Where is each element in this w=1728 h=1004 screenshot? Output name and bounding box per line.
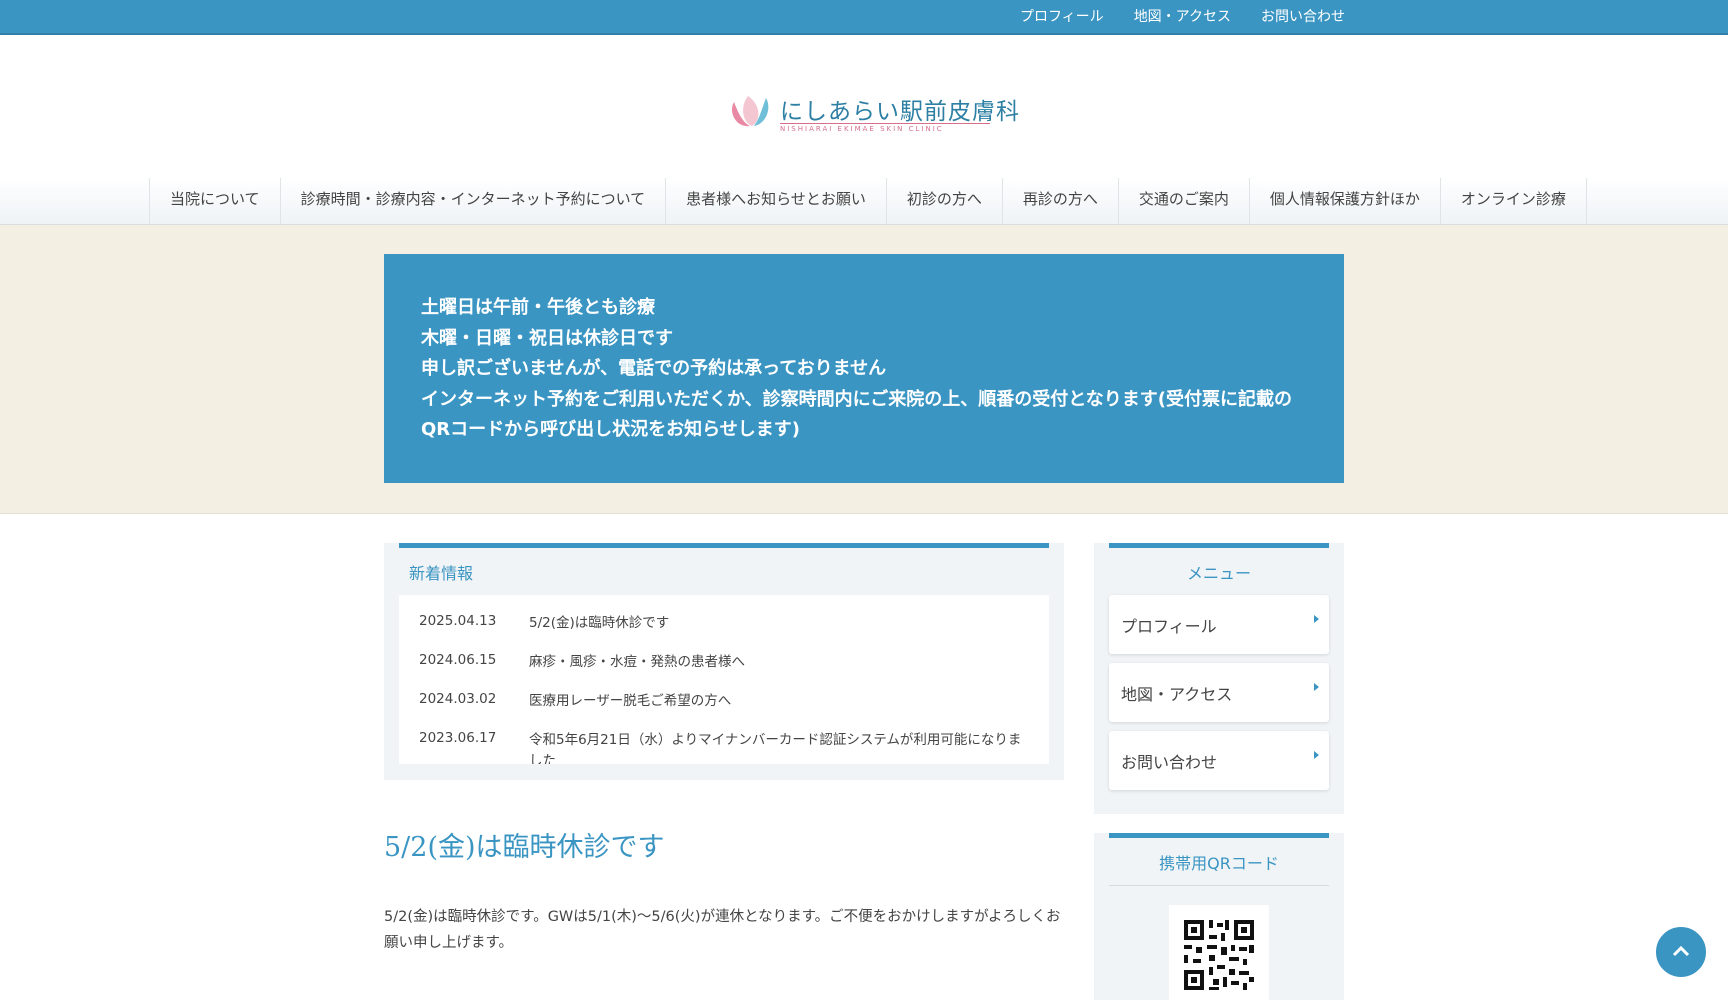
sidebar-item-label: 地図・アクセス xyxy=(1121,685,1233,704)
nav-item-about[interactable]: 当院について xyxy=(150,178,281,224)
news-link[interactable]: 5/2(金)は臨時休診です xyxy=(529,613,1029,634)
news-section: 新着情報 2025.04.13 5/2(金)は臨時休診です 2024.06.15… xyxy=(384,543,1064,780)
nav-item-hours[interactable]: 診療時間・診療内容・インターネット予約について xyxy=(281,178,667,224)
nav-item-privacy[interactable]: 個人情報保護方針ほか xyxy=(1250,178,1441,224)
logo-divider xyxy=(780,123,990,124)
caret-right-icon xyxy=(1314,751,1319,759)
logo-mark-icon xyxy=(731,96,769,127)
nav-item-return-visit[interactable]: 再診の方へ xyxy=(1003,178,1119,224)
news-link[interactable]: 医療用レーザー脱毛ご希望の方へ xyxy=(529,691,1029,712)
post-title: 5/2(金)は臨時休診です xyxy=(384,832,665,863)
news-link[interactable]: 令和5年6月21日（水）よりマイナンバーカード認証システムが利用可能になりました xyxy=(529,730,1029,764)
notice-line: 申し訳ございませんが、電話での予約は承っておりません xyxy=(421,358,887,379)
news-accent-bar xyxy=(399,543,1049,548)
main-nav: 当院について 診療時間・診療内容・インターネット予約について 患者様へお知らせと… xyxy=(0,178,1728,225)
notice-line: インターネット予約をご利用いただくか、診察時間内にご来院の上、順番の受付となりま… xyxy=(421,388,1292,441)
top-link-contact[interactable]: お問い合わせ xyxy=(1261,0,1345,35)
news-date: 2024.06.15 xyxy=(419,652,497,668)
notice-line: 木曜・日曜・祝日は休診日です xyxy=(421,327,673,349)
chevron-up-icon xyxy=(1672,945,1690,957)
nav-item-first-visit[interactable]: 初診の方へ xyxy=(887,178,1003,224)
nav-item-notices[interactable]: 患者様へお知らせとお願い xyxy=(666,178,887,224)
news-link[interactable]: 麻疹・風疹・水痘・発熱の患者様へ xyxy=(529,652,1029,673)
notice-box: 土曜日は午前・午後とも診療 木曜・日曜・祝日は休診日です 申し訳ございませんが、… xyxy=(384,254,1344,483)
nav-item-transport[interactable]: 交通のご案内 xyxy=(1119,178,1250,224)
top-bar: プロフィール 地図・アクセス お問い合わせ xyxy=(0,0,1728,35)
sidebar-item-label: プロフィール xyxy=(1121,617,1217,636)
post-body: 5/2(金)は臨時休診です。GWは5/1(木)～5/6(火)が連休となります。ご… xyxy=(384,909,1061,951)
site-logo[interactable]: にしあらい駅前皮膚科 NISHIARAI EKIMAE SKIN CLINIC xyxy=(728,92,1019,133)
sidebar-menu-title: メニュー xyxy=(1186,564,1251,583)
news-title: 新着情報 xyxy=(409,564,474,583)
qr-code-icon xyxy=(1184,920,1254,990)
sidebar-item-contact[interactable]: お問い合わせ xyxy=(1109,731,1329,790)
sidebar-menu: メニュー プロフィール 地図・アクセス お問い合わせ xyxy=(1094,543,1344,814)
nav-item-online[interactable]: オンライン診療 xyxy=(1441,178,1587,224)
notice-line: 土曜日は午前・午後とも診療 xyxy=(421,297,655,318)
news-date: 2025.04.13 xyxy=(419,613,497,629)
news-list[interactable]: 2025.04.13 5/2(金)は臨時休診です 2024.06.15 麻疹・風… xyxy=(399,595,1049,764)
sidebar-qr: 携帯用QRコード xyxy=(1094,833,1344,1000)
top-links: プロフィール 地図・アクセス お問い合わせ xyxy=(990,0,1345,35)
sidebar-item-profile[interactable]: プロフィール xyxy=(1109,595,1329,654)
news-date: 2023.06.17 xyxy=(419,730,497,746)
news-date: 2024.03.02 xyxy=(419,691,497,707)
sidebar-item-access[interactable]: 地図・アクセス xyxy=(1109,663,1329,722)
divider xyxy=(1109,885,1329,886)
logo-name: にしあらい駅前皮膚科 xyxy=(780,99,1020,125)
sidebar-item-label: お問い合わせ xyxy=(1121,753,1218,772)
caret-right-icon xyxy=(1314,615,1319,623)
caret-right-icon xyxy=(1314,683,1319,691)
top-link-access[interactable]: 地図・アクセス xyxy=(1134,0,1231,35)
logo-subtitle: NISHIARAI EKIMAE SKIN CLINIC xyxy=(780,125,944,133)
hero-section: 土曜日は午前・午後とも診療 木曜・日曜・祝日は休診日です 申し訳ございませんが、… xyxy=(0,225,1728,514)
qr-code xyxy=(1169,905,1269,1000)
sidebar-qr-title: 携帯用QRコード xyxy=(1159,854,1279,873)
back-to-top-button[interactable] xyxy=(1654,925,1708,979)
top-link-profile[interactable]: プロフィール xyxy=(1020,0,1104,35)
sidebar-accent-bar xyxy=(1109,543,1329,548)
sidebar-accent-bar xyxy=(1109,833,1329,838)
